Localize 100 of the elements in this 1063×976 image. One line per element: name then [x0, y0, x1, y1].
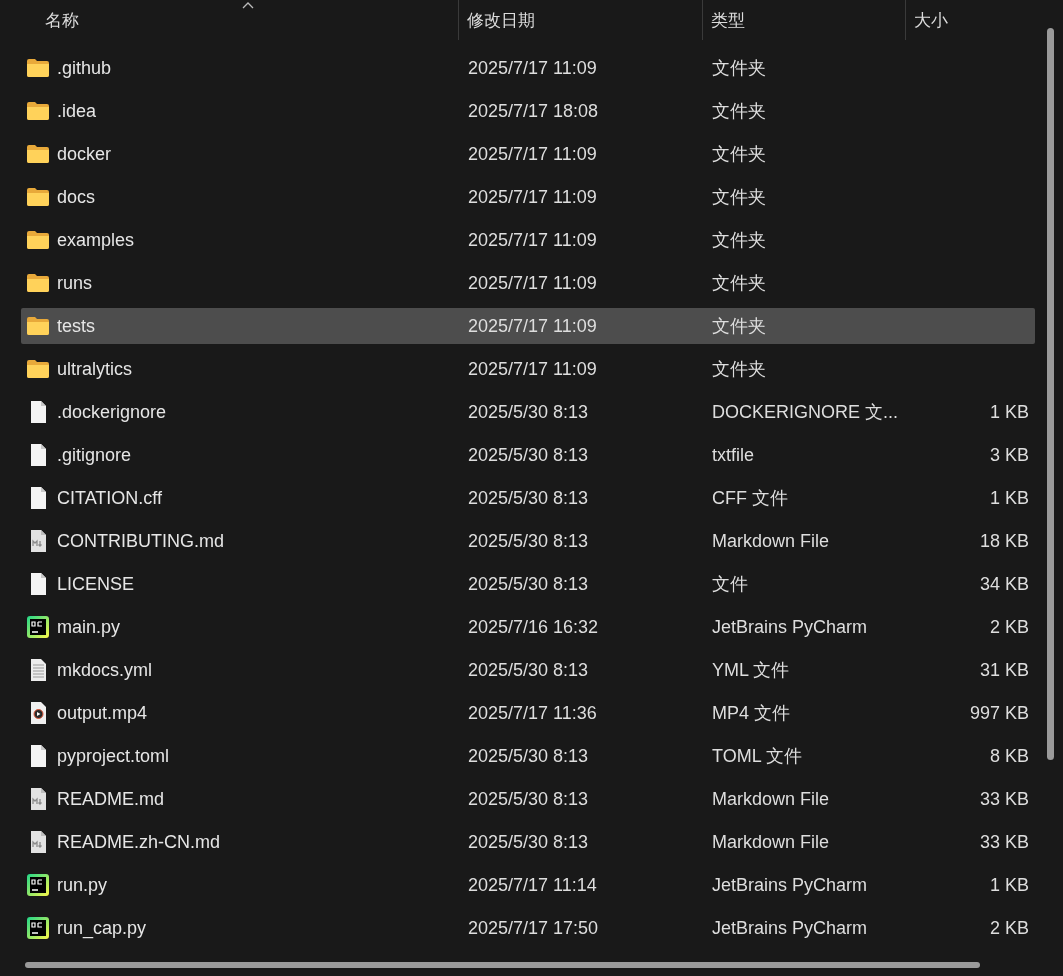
- modified-date: 2025/7/17 11:09: [467, 272, 598, 294]
- modified-date: 2025/7/17 11:09: [467, 143, 598, 165]
- file-type: 文件夹: [711, 229, 767, 252]
- file-name: run.py: [57, 874, 108, 896]
- file-size: 2 KB: [988, 917, 1030, 939]
- file-name: run_cap.py: [57, 917, 147, 939]
- file-size: 18 KB: [978, 530, 1030, 552]
- horizontal-scrollbar[interactable]: [25, 962, 980, 968]
- file-type: 文件: [711, 573, 749, 596]
- column-header[interactable]: 名称: [20, 0, 458, 40]
- file-row[interactable]: .gitignore 2025/5/30 8:13 txtfile 3 KB: [21, 437, 1035, 473]
- file-size: 33 KB: [978, 788, 1030, 810]
- file-type: DOCKERIGNORE 文...: [711, 401, 900, 424]
- folder-icon: [26, 144, 50, 164]
- modified-date: 2025/7/17 11:36: [467, 702, 598, 724]
- sort-caret-icon: [242, 1, 254, 9]
- file-row[interactable]: LICENSE 2025/5/30 8:13 文件 34 KB: [21, 566, 1035, 602]
- modified-date: 2025/5/30 8:13: [467, 573, 590, 595]
- file-name: ultralytics: [57, 358, 132, 380]
- column-header[interactable]: 类型: [702, 0, 905, 40]
- file-name: main.py: [57, 616, 121, 638]
- pycharm-file-icon: [26, 873, 50, 897]
- folder-icon: [26, 230, 50, 250]
- file-type: 文件夹: [711, 358, 767, 381]
- file-name: .github: [57, 57, 112, 79]
- column-header[interactable]: 修改日期: [458, 0, 702, 40]
- file-size: 997 KB: [968, 702, 1030, 724]
- modified-date: 2025/5/30 8:13: [467, 444, 590, 466]
- folder-icon: [26, 58, 50, 78]
- file-type: TOML 文件: [711, 745, 803, 768]
- file-row[interactable]: main.py 2025/7/16 16:32 JetBrains PyCharm 2 KB: [21, 609, 1035, 645]
- file-row[interactable]: pyproject.toml 2025/5/30 8:13 TOML 文件 8 KB: [21, 738, 1035, 774]
- file-row[interactable]: .dockerignore 2025/5/30 8:13 DOCKERIGNORE 文... 1 KB: [21, 394, 1035, 430]
- file-row[interactable]: CITATION.cff 2025/5/30 8:13 CFF 文件 1 KB: [21, 480, 1035, 516]
- file-size: 1 KB: [988, 487, 1030, 509]
- file-name: examples: [57, 229, 135, 251]
- modified-date: 2025/7/17 11:09: [467, 57, 598, 79]
- file-type: 文件夹: [711, 315, 767, 338]
- file-size: 1 KB: [988, 401, 1030, 423]
- file-row[interactable]: docs 2025/7/17 11:09 文件夹: [21, 179, 1035, 215]
- file-row[interactable]: examples 2025/7/17 11:09 文件夹: [21, 222, 1035, 258]
- file-size: 8 KB: [988, 745, 1030, 767]
- file-row[interactable]: .idea 2025/7/17 18:08 文件夹: [21, 93, 1035, 129]
- file-type: Markdown File: [711, 530, 831, 552]
- file-row[interactable]: ultralytics 2025/7/17 11:09 文件夹: [21, 351, 1035, 387]
- file-size: 34 KB: [978, 573, 1030, 595]
- file-row[interactable]: runs 2025/7/17 11:09 文件夹: [21, 265, 1035, 301]
- file-size: 2 KB: [988, 616, 1030, 638]
- file-name: README.md: [57, 788, 164, 810]
- file-name: CONTRIBUTING.md: [57, 530, 224, 552]
- pycharm-file-icon: [26, 615, 50, 639]
- modified-date: 2025/7/17 11:09: [467, 315, 598, 337]
- file-name: .dockerignore: [57, 401, 167, 423]
- file-row[interactable]: CONTRIBUTING.md 2025/5/30 8:13 Markdown File 18 KB: [21, 523, 1035, 559]
- file-row[interactable]: output.mp4 2025/7/17 11:36 MP4 文件 997 KB: [21, 695, 1035, 731]
- folder-icon: [26, 101, 50, 121]
- modified-date: 2025/7/17 11:09: [467, 358, 598, 380]
- file-type: 文件夹: [711, 100, 767, 123]
- folder-icon: [26, 316, 50, 336]
- file-type: Markdown File: [711, 788, 831, 810]
- file-type: JetBrains PyCharm: [711, 616, 869, 638]
- file-type: CFF 文件: [711, 487, 789, 510]
- file-name: runs: [57, 272, 92, 294]
- file-row[interactable]: run.py 2025/7/17 11:14 JetBrains PyCharm 1 KB: [21, 867, 1035, 903]
- modified-date: 2025/5/30 8:13: [467, 745, 590, 767]
- folder-icon: [26, 359, 50, 379]
- file-row[interactable]: .github 2025/7/17 11:09 文件夹: [21, 50, 1035, 86]
- file-type: 文件夹: [711, 143, 767, 166]
- file-name: pyproject.toml: [57, 745, 170, 767]
- column-header[interactable]: 大小: [905, 0, 1035, 40]
- file-row[interactable]: tests 2025/7/17 11:09 文件夹: [21, 308, 1035, 344]
- modified-date: 2025/5/30 8:13: [467, 659, 590, 681]
- file-name: .gitignore: [57, 444, 132, 466]
- file-type: 文件夹: [711, 57, 767, 80]
- modified-date: 2025/5/30 8:13: [467, 401, 590, 423]
- modified-date: 2025/7/17 18:08: [467, 100, 600, 122]
- file-name: LICENSE: [57, 573, 135, 595]
- file-type: JetBrains PyCharm: [711, 917, 869, 939]
- file-name: tests: [57, 315, 95, 337]
- modified-date: 2025/7/17 17:50: [467, 917, 600, 939]
- folder-icon: [26, 273, 50, 293]
- file-row[interactable]: README.zh-CN.md 2025/5/30 8:13 Markdown File 33 KB: [21, 824, 1035, 860]
- file-row[interactable]: README.md 2025/5/30 8:13 Markdown File 33 KB: [21, 781, 1035, 817]
- file-name: CITATION.cff: [57, 487, 162, 509]
- modified-date: 2025/5/30 8:13: [467, 788, 590, 810]
- file-type: 文件夹: [711, 186, 767, 209]
- file-name: .idea: [57, 100, 97, 122]
- modified-date: 2025/5/30 8:13: [467, 487, 590, 509]
- file-name: output.mp4: [57, 702, 148, 724]
- file-type: YML 文件: [711, 659, 791, 682]
- file-size: 1 KB: [988, 874, 1030, 896]
- vertical-scrollbar[interactable]: [1047, 28, 1054, 760]
- modified-date: 2025/7/17 11:09: [467, 186, 598, 208]
- modified-date: 2025/7/16 16:32: [467, 616, 600, 638]
- file-row[interactable]: run_cap.py 2025/7/17 17:50 JetBrains PyCharm 2 KB: [21, 910, 1035, 946]
- file-row[interactable]: docker 2025/7/17 11:09 文件夹: [21, 136, 1035, 172]
- file-row[interactable]: mkdocs.yml 2025/5/30 8:13 YML 文件 31 KB: [21, 652, 1035, 688]
- modified-date: 2025/5/30 8:13: [467, 831, 590, 853]
- file-type: 文件夹: [711, 272, 767, 295]
- folder-icon: [26, 187, 50, 207]
